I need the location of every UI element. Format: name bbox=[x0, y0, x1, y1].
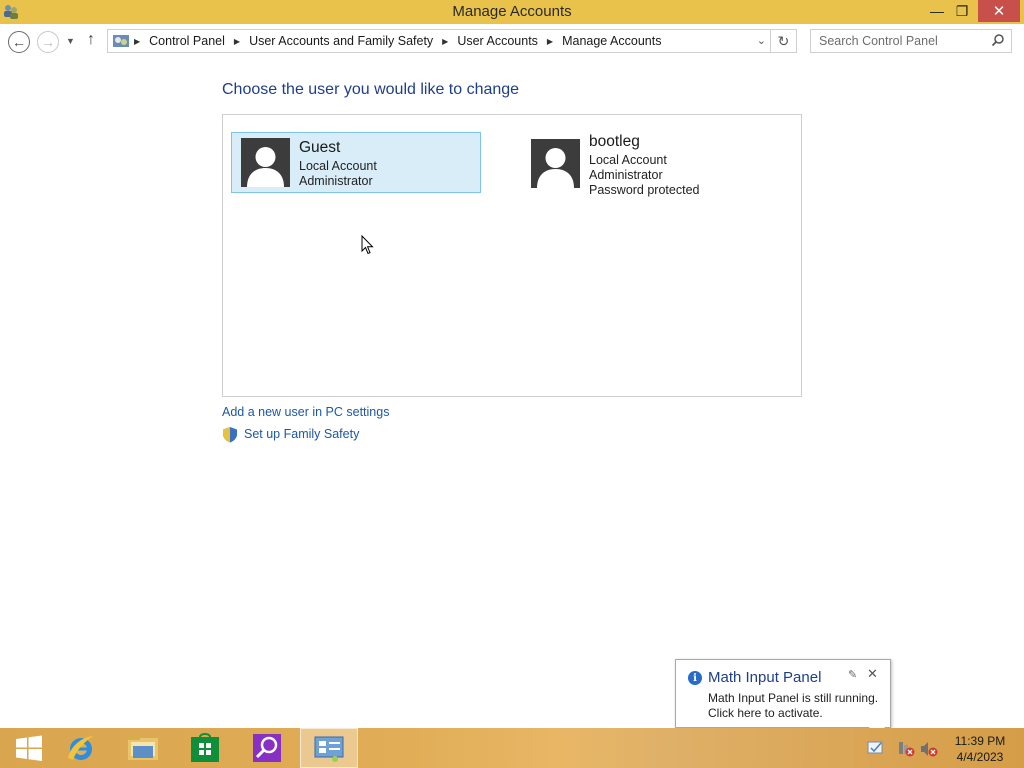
user-avatar-icon bbox=[531, 139, 580, 188]
internet-explorer-icon bbox=[68, 736, 94, 760]
magnifier-app-icon bbox=[253, 734, 281, 762]
account-name: bootleg bbox=[589, 133, 640, 150]
shield-icon bbox=[223, 427, 237, 443]
account-guest[interactable]: Guest Local Account Administrator bbox=[231, 132, 481, 193]
clock-date: 4/4/2023 bbox=[956, 750, 1004, 764]
account-password-status: Password protected bbox=[589, 183, 700, 197]
notification-message: Math Input Panel is still running. bbox=[708, 691, 879, 705]
search-app-taskbar-button[interactable] bbox=[238, 728, 296, 768]
control-panel-icon bbox=[113, 35, 129, 47]
control-panel-taskbar-button[interactable] bbox=[300, 728, 358, 768]
search-placeholder: Search Control Panel bbox=[819, 34, 938, 48]
account-bootleg[interactable]: bootleg Local Account Administrator Pass… bbox=[521, 125, 771, 197]
windows-logo-icon bbox=[16, 735, 42, 761]
notification-action: Click here to activate. bbox=[708, 706, 823, 720]
forward-button[interactable]: → bbox=[37, 31, 59, 53]
account-type: Local Account bbox=[589, 153, 667, 167]
system-clock[interactable]: 11:39 PM 4/4/2023 bbox=[950, 733, 1010, 765]
start-button[interactable] bbox=[0, 728, 58, 768]
navigation-bar: ← → ▼ ↑ ▶ Control Panel ▶ User Accounts … bbox=[0, 24, 1024, 60]
network-error-icon[interactable] bbox=[897, 741, 915, 757]
breadcrumb-manage-accounts[interactable]: Manage Accounts bbox=[562, 34, 661, 48]
family-safety-link[interactable]: Set up Family Safety bbox=[244, 427, 359, 441]
breadcrumb-separator-icon[interactable]: ▶ bbox=[547, 37, 553, 46]
math-input-panel-notification[interactable]: i Math Input Panel ✎ ✕ Math Input Panel … bbox=[675, 659, 891, 736]
title-bar[interactable]: Manage Accounts — ❐ ✕ bbox=[0, 0, 1024, 24]
maximize-button[interactable]: ❐ bbox=[947, 0, 977, 22]
breadcrumb-separator-icon[interactable]: ▶ bbox=[234, 37, 240, 46]
mouse-cursor-icon bbox=[361, 235, 374, 255]
recent-locations-dropdown[interactable]: ▼ bbox=[66, 36, 75, 46]
close-button[interactable]: ✕ bbox=[978, 0, 1020, 22]
breadcrumb: ▶ Control Panel ▶ User Accounts and Fami… bbox=[134, 30, 661, 52]
breadcrumb-separator-icon[interactable]: ▶ bbox=[442, 37, 448, 46]
store-taskbar-button[interactable] bbox=[176, 728, 234, 768]
action-center-icon[interactable] bbox=[867, 739, 885, 755]
account-name: Guest bbox=[299, 139, 341, 156]
add-new-user-link[interactable]: Add a new user in PC settings bbox=[222, 405, 389, 419]
account-role: Administrator bbox=[589, 168, 663, 182]
accounts-list: Guest Local Account Administrator bootle… bbox=[222, 114, 802, 397]
breadcrumb-separator-icon[interactable]: ▶ bbox=[134, 37, 140, 46]
search-input[interactable]: Search Control Panel bbox=[810, 29, 1012, 53]
account-role: Administrator bbox=[299, 174, 373, 188]
store-icon bbox=[191, 733, 219, 762]
breadcrumb-user-accounts-family-safety[interactable]: User Accounts and Family Safety bbox=[249, 34, 433, 48]
breadcrumb-user-accounts[interactable]: User Accounts bbox=[457, 34, 538, 48]
notification-title: Math Input Panel bbox=[708, 669, 822, 686]
internet-explorer-taskbar-button[interactable] bbox=[52, 728, 110, 768]
address-bar[interactable]: ▶ Control Panel ▶ User Accounts and Fami… bbox=[107, 29, 797, 53]
control-panel-icon bbox=[314, 736, 344, 762]
user-avatar-icon bbox=[241, 138, 290, 187]
account-type: Local Account bbox=[299, 159, 377, 173]
volume-muted-icon[interactable] bbox=[920, 741, 938, 757]
clock-time: 11:39 PM bbox=[954, 734, 1006, 748]
window-title: Manage Accounts bbox=[452, 3, 572, 20]
up-button[interactable]: ↑ bbox=[87, 31, 95, 49]
breadcrumb-control-panel[interactable]: Control Panel bbox=[149, 34, 225, 48]
search-icon[interactable] bbox=[991, 33, 1005, 47]
info-icon: i bbox=[688, 671, 702, 685]
refresh-button[interactable]: ↻ bbox=[770, 30, 796, 52]
notification-close-button[interactable]: ✕ bbox=[867, 666, 878, 682]
folder-icon bbox=[128, 735, 158, 760]
page-title: Choose the user you would like to change bbox=[222, 81, 520, 98]
back-button[interactable]: ← bbox=[8, 31, 30, 53]
file-explorer-taskbar-button[interactable] bbox=[114, 728, 172, 768]
address-dropdown-icon[interactable]: ⌄ bbox=[757, 34, 766, 47]
notification-options-icon[interactable]: ✎ bbox=[848, 668, 857, 681]
